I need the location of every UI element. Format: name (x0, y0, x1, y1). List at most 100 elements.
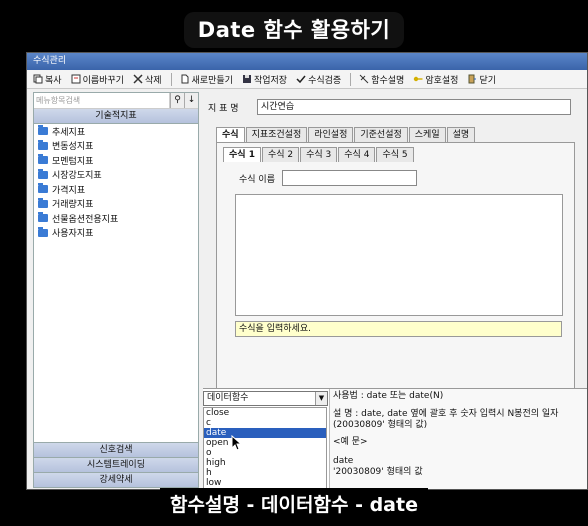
down-arrow-icon[interactable]: ↓ (184, 93, 198, 108)
sidebar-search: 메뉴항목검색 ⚲ ↓ (34, 93, 198, 109)
close-button[interactable]: 닫기 (467, 73, 496, 86)
function-help-panel: 데이터함수 ▼ close c date open o high h low 사… (203, 388, 587, 489)
verify-label: 수식검증 (308, 75, 342, 86)
main-tabs: 수식 지표조건설정 라인설정 기준선설정 스케일 설명 (216, 127, 476, 142)
tab-formula[interactable]: 수식 (216, 127, 245, 142)
indicator-name-input[interactable]: 시간연습 (257, 99, 571, 115)
mouse-cursor-icon (231, 435, 243, 451)
verify-button[interactable]: 수식검증 (296, 73, 341, 86)
indicator-tree: 추세지표 변동성지표 모멘텀지표 시장강도지표 가격지표 거래량지표 선물옵션전… (34, 124, 198, 240)
tab-scale[interactable]: 스케일 (408, 127, 446, 142)
function-item[interactable]: low (204, 478, 326, 488)
tree-item[interactable]: 가격지표 (34, 182, 198, 197)
password-button[interactable]: 암호설정 (413, 73, 458, 86)
function-item[interactable]: open (204, 438, 326, 448)
video-title-banner: Date 함수 활용하기 (0, 12, 588, 48)
function-item[interactable]: high (204, 458, 326, 468)
save-button[interactable]: 작업저장 (242, 73, 287, 86)
tree-item[interactable]: 선물옵션전용지표 (34, 211, 198, 226)
tree-item[interactable]: 추세지표 (34, 124, 198, 139)
folder-icon (38, 154, 48, 165)
video-title: Date 함수 활용하기 (183, 12, 405, 48)
function-item[interactable]: c (204, 418, 326, 428)
signal-search-group[interactable]: 신호검색 (34, 442, 198, 457)
tree-item[interactable]: 시장강도지표 (34, 168, 198, 183)
rename-label: 이름바꾸기 (82, 75, 124, 86)
folder-icon (38, 226, 48, 237)
example-label: <예 문> (333, 437, 368, 447)
formula-input-hint: 수식을 입력하세요. (235, 321, 562, 337)
folder-icon (38, 125, 48, 136)
new-button[interactable]: 새로만들기 (180, 73, 233, 86)
close-door-icon (468, 74, 477, 84)
delete-button[interactable]: 삭제 (133, 73, 162, 86)
copy-icon (33, 74, 43, 84)
window-title: 수식관리 (27, 53, 587, 70)
delete-label: 삭제 (144, 75, 162, 86)
formula-name-label: 수식 이름 (239, 175, 275, 185)
copy-button[interactable]: 복사 (33, 73, 62, 86)
technical-indicators-header[interactable]: 기술적지표 (34, 109, 198, 124)
toolbar: 복사 이름바꾸기 삭제 새로만들기 작업저장 수식검증 함수설명 암호설정 닫기 (27, 70, 587, 89)
tab-formula-3[interactable]: 수식 3 (300, 147, 338, 162)
example-result: '20030809' 형태의 값 (333, 467, 423, 477)
tree-item-label: 거래량지표 (52, 200, 94, 211)
tab-formula-4[interactable]: 수식 4 (338, 147, 376, 162)
folder-icon (38, 212, 48, 223)
tab-indicator-conditions[interactable]: 지표조건설정 (245, 127, 308, 142)
tab-baseline-settings[interactable]: 기준선설정 (354, 127, 408, 142)
sidebar-bottom-groups: 신호검색 시스템트레이딩 강세약세 (34, 442, 198, 487)
function-item[interactable]: close (204, 408, 326, 418)
tree-item-label: 추세지표 (52, 127, 86, 138)
tree-item-label: 시장강도지표 (52, 171, 102, 182)
tab-formula-2[interactable]: 수식 2 (261, 147, 300, 162)
search-icon[interactable]: ⚲ (170, 93, 184, 108)
function-list[interactable]: close c date open o high h low (203, 407, 327, 489)
system-trading-group[interactable]: 시스템트레이딩 (34, 457, 198, 472)
save-icon (242, 75, 251, 83)
function-category-value: 데이터함수 (207, 393, 249, 403)
check-icon (296, 75, 306, 84)
formula-sub-tabs: 수식 1 수식 2 수식 3 수식 4 수식 5 (223, 147, 415, 162)
new-document-icon (181, 74, 189, 84)
function-item-selected[interactable]: date (204, 428, 326, 438)
video-caption: 함수설명 - 데이터함수 - date (160, 488, 428, 519)
rename-icon (71, 74, 81, 84)
tab-line-settings[interactable]: 라인설정 (308, 127, 354, 142)
menu-search-input[interactable]: 메뉴항목검색 (34, 93, 170, 108)
tree-item[interactable]: 거래량지표 (34, 197, 198, 212)
tree-item-label: 사용자지표 (52, 229, 94, 240)
formula-name-input[interactable] (282, 170, 417, 186)
function-help-button[interactable]: 함수설명 (359, 73, 404, 86)
formula-text-editor[interactable] (235, 194, 563, 316)
tree-item[interactable]: 모멘텀지표 (34, 153, 198, 168)
bull-bear-group[interactable]: 강세약세 (34, 472, 198, 487)
function-help-label: 함수설명 (371, 75, 405, 86)
copy-label: 복사 (45, 75, 62, 86)
formula-manager-window: 수식관리 복사 이름바꾸기 삭제 새로만들기 작업저장 수식검증 함수설명 암호… (26, 52, 588, 490)
function-description: 사용법 : date 또는 date(N) 설 명 : date, date 옆… (329, 389, 587, 489)
tree-item[interactable]: 변동성지표 (34, 139, 198, 154)
usage-text: 사용법 : date 또는 date(N) (333, 391, 444, 401)
toolbar-divider (350, 72, 352, 86)
delete-icon (133, 74, 143, 84)
function-item[interactable]: h (204, 468, 326, 478)
key-icon (414, 76, 423, 82)
function-item[interactable]: o (204, 448, 326, 458)
tree-item-label: 가격지표 (52, 185, 86, 196)
tree-item[interactable]: 사용자지표 (34, 226, 198, 241)
folder-icon (38, 197, 48, 208)
folder-icon (38, 139, 48, 150)
tab-formula-5[interactable]: 수식 5 (376, 147, 414, 162)
rename-button[interactable]: 이름바꾸기 (71, 73, 124, 86)
function-category-select[interactable]: 데이터함수 ▼ (203, 391, 328, 406)
tree-item-label: 선물옵션전용지표 (52, 214, 119, 225)
chevron-down-icon: ▼ (315, 392, 327, 405)
save-label: 작업저장 (253, 75, 288, 86)
tab-description[interactable]: 설명 (446, 127, 476, 142)
example-code: date (333, 456, 354, 466)
tab-formula-1[interactable]: 수식 1 (223, 147, 261, 162)
folder-icon (38, 168, 48, 179)
tree-item-label: 모멘텀지표 (52, 156, 94, 167)
new-label: 새로만들기 (191, 75, 233, 86)
